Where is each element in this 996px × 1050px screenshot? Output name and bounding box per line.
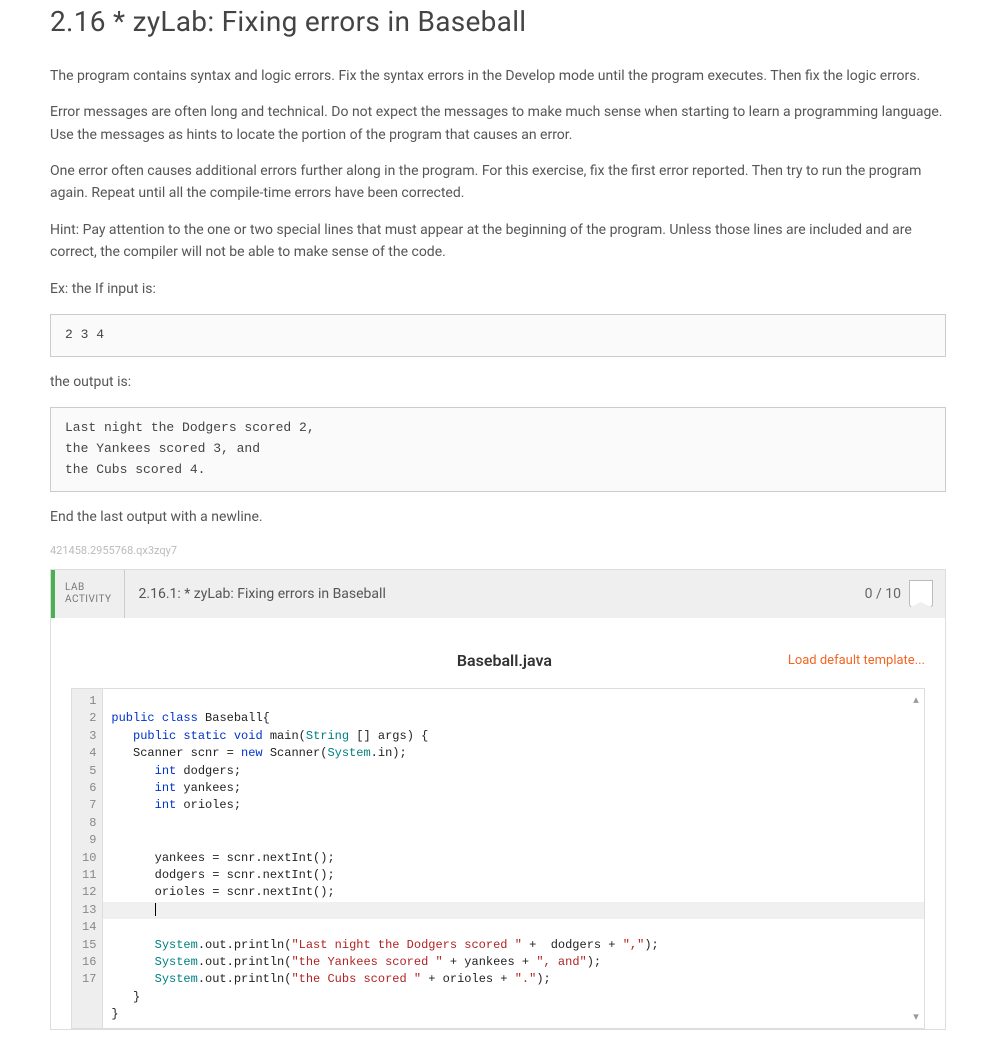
example-input-label: Ex: the If input is: [50, 278, 946, 300]
editor-topbar: Baseball.java Load default template... [71, 648, 925, 688]
lab-title: 2.16.1: * zyLab: Fixing errors in Baseba… [125, 570, 853, 618]
scroll-down-icon[interactable]: ▾ [913, 1008, 919, 1026]
load-default-template-link[interactable]: Load default template... [788, 651, 925, 672]
scroll-up-icon[interactable]: ▴ [913, 691, 919, 709]
page-root: 2.16 * zyLab: Fixing errors in Baseball … [0, 0, 996, 1050]
intro-paragraph-4: Hint: Pay attention to the one or two sp… [50, 219, 946, 264]
example-input-box: 2 3 4 [50, 314, 946, 357]
intro-paragraph-3: One error often causes additional errors… [50, 160, 946, 205]
example-output-box: Last night the Dodgers scored 2, the Yan… [50, 407, 946, 491]
editor-wrap: Baseball.java Load default template... 1… [51, 618, 945, 1028]
editor-scrollbar[interactable]: ▴ ▾ [910, 691, 922, 1025]
lab-activity-label: LAB ACTIVITY [55, 570, 125, 618]
score-text: 0 / 10 [865, 583, 901, 605]
filename: Baseball.java [221, 648, 788, 674]
code-editor[interactable]: 1 2 3 4 5 6 7 8 9 10 11 12 13 14 15 16 1… [71, 688, 925, 1028]
lab-card: LAB ACTIVITY 2.16.1: * zyLab: Fixing err… [50, 569, 946, 1029]
page-title: 2.16 * zyLab: Fixing errors in Baseball [50, 0, 946, 45]
intro-paragraph-1: The program contains syntax and logic er… [50, 65, 946, 87]
random-id: 421458.2955768.qx3zqy7 [50, 542, 946, 560]
lab-label-line1: LAB [65, 582, 112, 594]
code-area[interactable]: public class Baseball{ public static voi… [103, 689, 924, 1027]
text-cursor-icon [155, 903, 156, 916]
newline-note: End the last output with a newline. [50, 506, 946, 528]
line-number-gutter: 1 2 3 4 5 6 7 8 9 10 11 12 13 14 15 16 1… [72, 689, 103, 1027]
score-badge-icon [909, 580, 933, 608]
lab-label-line2: ACTIVITY [65, 594, 112, 606]
lab-header: LAB ACTIVITY 2.16.1: * zyLab: Fixing err… [51, 570, 945, 618]
example-output-label: the output is: [50, 371, 946, 393]
lab-score: 0 / 10 [853, 570, 945, 618]
intro-paragraph-2: Error messages are often long and techni… [50, 101, 946, 146]
